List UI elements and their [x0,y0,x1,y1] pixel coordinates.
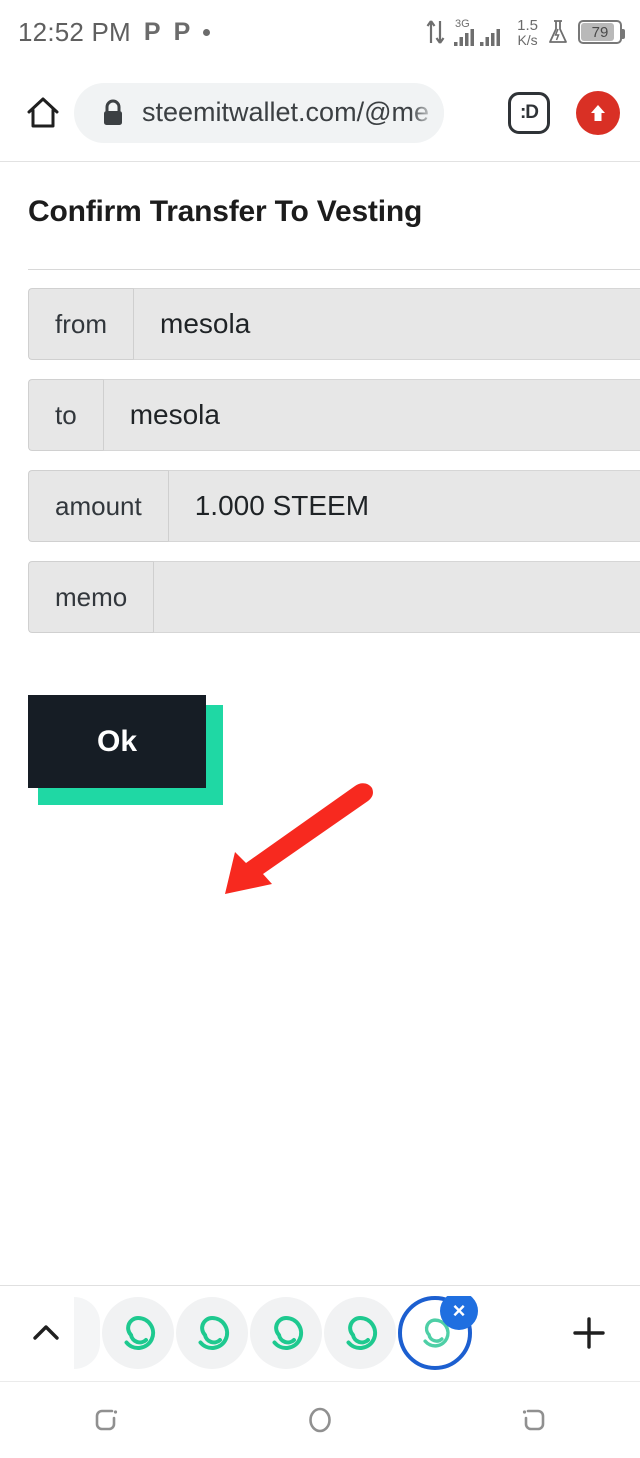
status-bar: 12:52 PM P P 3G 1.5 K/s 79 [0,0,640,64]
home-icon [27,97,59,127]
home-nav-button[interactable] [260,1382,380,1458]
tab-item-1[interactable] [102,1297,174,1369]
data-transfer-icon [426,20,445,44]
notification-p-icon-2: P [173,17,191,46]
tab-item-active[interactable]: × [398,1296,478,1370]
tab-item-3[interactable] [250,1297,322,1369]
close-tab-button[interactable]: × [440,1296,478,1330]
status-bar-clock: 12:52 PM [18,16,131,47]
tab-item-2[interactable] [176,1297,248,1369]
table-row: from mesola [28,288,640,360]
page-title: Confirm Transfer To Vesting [28,195,423,228]
tab-item-4[interactable] [324,1297,396,1369]
field-value-from: mesola [134,288,640,360]
android-nav-bar [0,1381,640,1458]
steemit-favicon-icon [346,1315,378,1350]
phone-screen: 12:52 PM P P 3G 1.5 K/s 79 steemitwallet… [0,0,640,1458]
new-tab-button[interactable] [556,1311,622,1355]
table-row: amount 1.000 STEEM [28,470,640,542]
recents-icon [95,1409,117,1431]
browser-tab-strip: × [0,1285,640,1380]
field-label-memo: memo [28,561,155,633]
field-label-to: to [28,379,104,451]
field-value-memo [154,561,640,633]
upload-arrow-icon [591,104,605,121]
recents-button[interactable] [47,1382,167,1458]
status-bar-right: 3G 1.5 K/s 79 [425,16,625,48]
network-speed-indicator: 1.5 K/s [517,18,538,47]
home-button[interactable] [16,86,70,140]
tabs-scroll-container[interactable]: × [74,1296,556,1370]
back-icon [523,1409,545,1431]
expand-tabs-button[interactable] [18,1315,74,1351]
network-type-text: 3G [455,18,470,30]
flask-alert-icon [549,20,567,43]
field-label-amount: amount [28,470,169,542]
transfer-details-list: from mesola to mesola amount 1.000 STEEM… [0,270,640,633]
field-value-to: mesola [103,379,640,451]
field-label-from: from [28,288,134,360]
extension-button[interactable]: :D [508,91,550,134]
battery-percent-text: 79 [591,23,609,41]
home-circle-icon [309,1407,331,1433]
plus-icon [573,1317,605,1349]
url-bar[interactable]: steemitwallet.com/@me [74,82,444,143]
toolbar-actions: :D [508,90,624,135]
confirm-ok-button[interactable]: Ok [28,695,206,788]
table-row: to mesola [28,379,640,451]
signal-bars-icon: 3G [454,18,501,46]
network-speed-value: 1.5 [517,16,538,34]
notification-dot-icon [203,28,211,36]
steemit-favicon-icon [272,1315,304,1350]
lock-icon [104,99,122,125]
browser-toolbar: steemitwallet.com/@me :D [0,64,640,162]
web-page-content: Confirm Transfer To Vesting from mesola … [0,163,640,1285]
tab-item-offscreen[interactable] [74,1297,100,1369]
upload-button[interactable] [576,90,620,135]
back-button[interactable] [473,1382,593,1458]
annotation-arrow-icon [225,783,373,894]
notification-p-icon-1: P [143,17,161,46]
battery-icon: 79 [578,20,625,44]
status-bar-left: 12:52 PM P P [18,16,211,48]
table-row: memo [28,561,640,633]
chevron-up-icon [33,1325,59,1340]
url-text: steemitwallet.com/@me [142,97,429,127]
url-truncation-fade [410,82,444,143]
network-speed-unit: K/s [517,31,538,48]
steemit-favicon-icon [198,1315,230,1350]
confirm-button-wrapper: Ok [28,695,223,807]
field-value-amount: 1.000 STEEM [168,470,640,542]
steemit-favicon-icon [124,1315,156,1350]
